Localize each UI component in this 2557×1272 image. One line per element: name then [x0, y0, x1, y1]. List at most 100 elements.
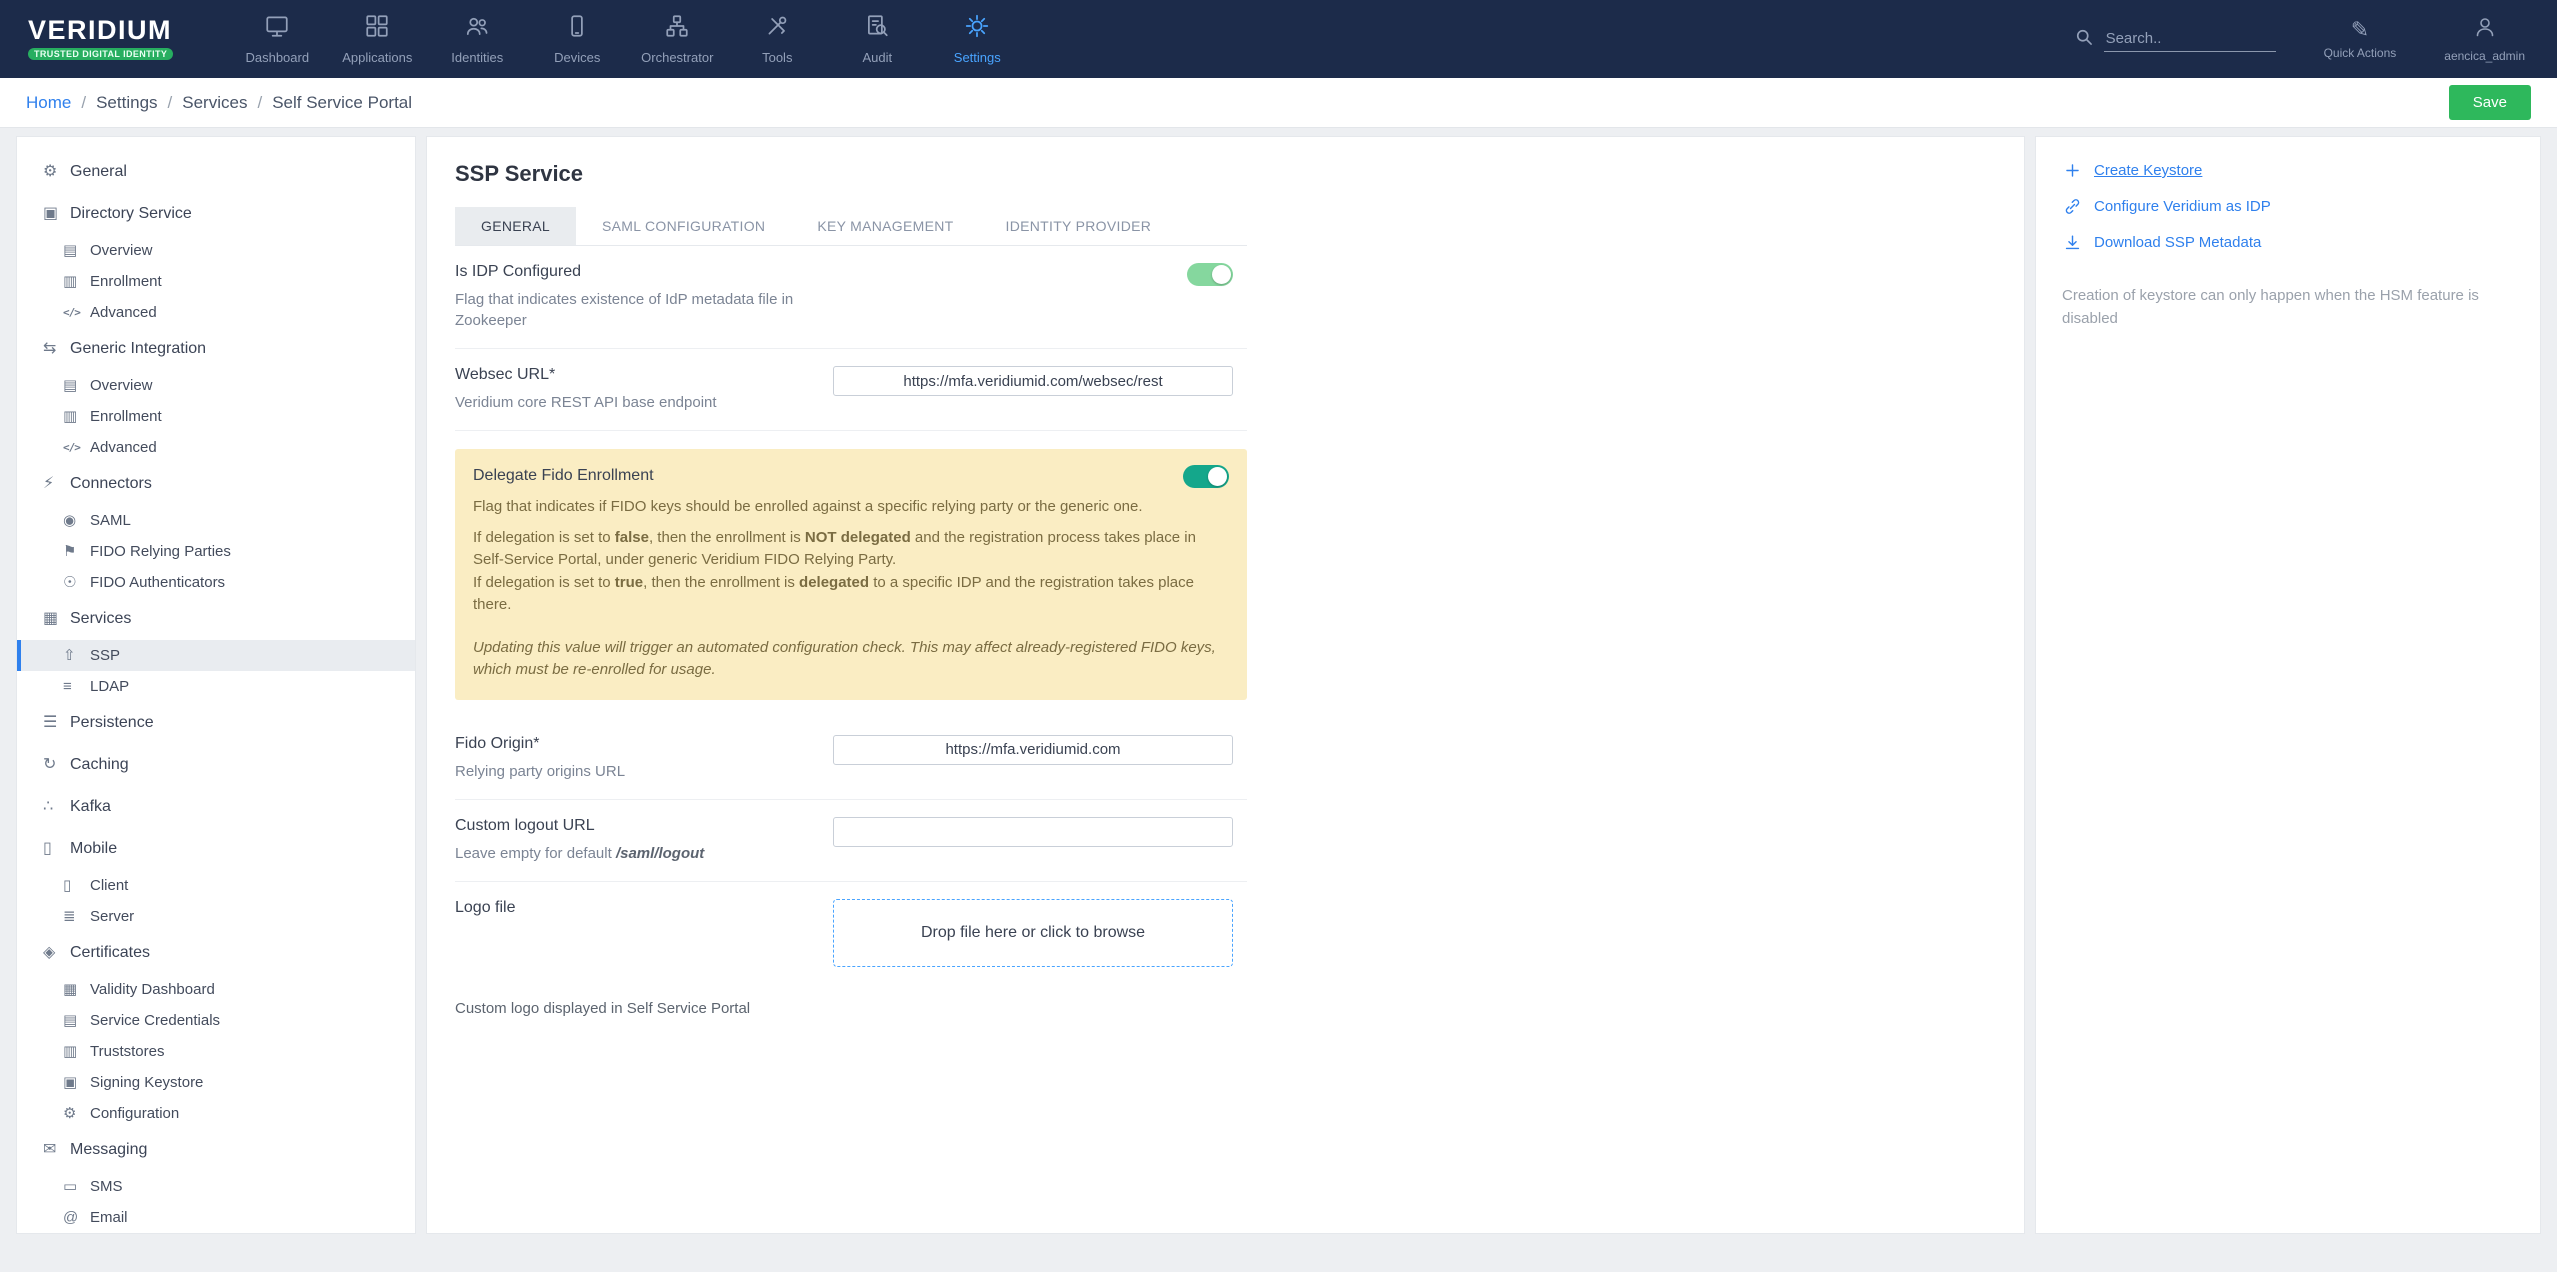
- sidebar-item-saml[interactable]: ◉ SAML: [17, 505, 415, 536]
- field-text: Fido Origin* Relying party origins URL: [455, 735, 833, 782]
- sidebar-item-ldap[interactable]: ≡ LDAP: [17, 671, 415, 702]
- custom-logout-url-input[interactable]: [833, 816, 1233, 847]
- client-icon: ▯: [63, 877, 72, 894]
- sidebar-item-label: Validity Dashboard: [90, 981, 215, 998]
- sidebar-item-directory-advanced[interactable]: </> Advanced: [17, 297, 415, 328]
- identities-icon: [464, 13, 490, 44]
- field-label: Delegate Fido Enrollment: [473, 467, 654, 484]
- tools-icon: [764, 13, 790, 44]
- connector-icon: ⚡: [43, 475, 55, 492]
- tab-key-management[interactable]: KEY MANAGEMENT: [791, 207, 979, 245]
- sidebar-item-validity-dashboard[interactable]: ▦ Validity Dashboard: [17, 974, 415, 1005]
- sidebar-item-label: Directory Service: [70, 205, 192, 222]
- text-fragment: Leave empty for default: [455, 844, 616, 862]
- nav-audit[interactable]: Audit: [827, 0, 927, 78]
- field-row-custom-logout-url: Custom logout URL Leave empty for defaul…: [455, 800, 1247, 882]
- nav-devices[interactable]: Devices: [527, 0, 627, 78]
- delegate-fido-enrollment-toggle[interactable]: [1183, 465, 1229, 488]
- settings-gear-icon: [964, 13, 990, 44]
- field-label: Fido Origin*: [455, 734, 540, 752]
- tab-saml-configuration[interactable]: SAML CONFIGURATION: [576, 207, 791, 245]
- sidebar-item-client[interactable]: ▯ Client: [17, 870, 415, 901]
- delegate-warning-note: Updating this value will trigger an auto…: [473, 638, 1216, 679]
- sidebar-item-connectors[interactable]: ⚡ Connectors: [17, 463, 415, 505]
- server-icon: ≣: [63, 908, 76, 925]
- nav-settings[interactable]: Settings: [927, 0, 1027, 78]
- veridium-logo: VERIDIUM TRUSTED DIGITAL IDENTITY: [28, 16, 174, 62]
- websec-url-input[interactable]: [833, 366, 1233, 396]
- sidebar-item-label: LDAP: [90, 678, 130, 695]
- delegate-description-3: If delegation is set to true, then the e…: [473, 572, 1229, 617]
- sidebar-item-label: Mobile: [70, 840, 118, 857]
- create-keystore-link[interactable]: Create Keystore: [2062, 161, 2514, 180]
- sidebar-item-sms[interactable]: ▭ SMS: [17, 1171, 415, 1202]
- sidebar-item-directory-overview[interactable]: ▤ Overview: [17, 235, 415, 266]
- breadcrumb-services[interactable]: Services: [182, 93, 247, 113]
- settings-sidebar: ⚙ General ▣ Directory Service ▤ Overview ▥ E…: [16, 136, 416, 1234]
- configure-veridium-as-idp-link[interactable]: Configure Veridium as IDP: [2062, 197, 2514, 216]
- sidebar-item-generic-integration[interactable]: ⇆ Generic Integration: [17, 328, 415, 370]
- sidebar-item-general[interactable]: ⚙ General: [17, 151, 415, 193]
- search-input[interactable]: [2103, 26, 2276, 52]
- sidebar-item-directory-enrollment[interactable]: ▥ Enrollment: [17, 266, 415, 297]
- field-row-websec-url: Websec URL* Veridium core REST API base …: [455, 349, 1247, 431]
- sidebar-item-caching[interactable]: ↻ Caching: [17, 744, 415, 786]
- sidebar-item-messaging[interactable]: ✉ Messaging: [17, 1129, 415, 1171]
- database-icon: ☰: [43, 714, 58, 731]
- is-idp-configured-toggle[interactable]: [1187, 263, 1233, 286]
- nav-dashboard[interactable]: Dashboard: [227, 0, 327, 78]
- saml-icon: ◉: [63, 512, 77, 529]
- user-icon: [2473, 15, 2497, 44]
- sidebar-item-certificates[interactable]: ◈ Certificates: [17, 932, 415, 974]
- sidebar-item-signing-keystore[interactable]: ▣ Signing Keystore: [17, 1067, 415, 1098]
- tab-identity-provider[interactable]: IDENTITY PROVIDER: [980, 207, 1178, 245]
- nav-identities[interactable]: Identities: [427, 0, 527, 78]
- nav-applications[interactable]: Applications: [327, 0, 427, 78]
- sidebar-item-fido-relying-parties[interactable]: ⚑ FIDO Relying Parties: [17, 536, 415, 567]
- sidebar-item-server[interactable]: ≣ Server: [17, 901, 415, 932]
- sidebar-item-generic-overview[interactable]: ▤ Overview: [17, 370, 415, 401]
- applications-icon: [364, 13, 390, 44]
- breadcrumb-settings[interactable]: Settings: [96, 93, 157, 113]
- top-bar: VERIDIUM TRUSTED DIGITAL IDENTITY Dashbo…: [0, 0, 2557, 78]
- sidebar-item-label: Signing Keystore: [90, 1074, 204, 1091]
- sidebar-item-persistence[interactable]: ☰ Persistence: [17, 702, 415, 744]
- sidebar-item-directory-service[interactable]: ▣ Directory Service: [17, 193, 415, 235]
- search-box: [2074, 26, 2276, 52]
- tab-general[interactable]: GENERAL: [455, 207, 577, 245]
- sidebar-item-generic-enrollment[interactable]: ▥ Enrollment: [17, 401, 415, 432]
- audit-icon: [864, 13, 890, 44]
- text-fragment: , then the enrollment is: [643, 573, 800, 591]
- certificate-icon: ◈: [43, 944, 56, 961]
- kafka-icon: ∴: [43, 798, 54, 815]
- nav-orchestrator[interactable]: Orchestrator: [627, 0, 727, 78]
- ldap-icon: ≡: [63, 678, 72, 695]
- field-text: Is IDP Configured Flag that indicates ex…: [455, 263, 833, 331]
- breadcrumb-home[interactable]: Home: [26, 93, 71, 113]
- field-control: Drop file here or click to browse: [833, 898, 1233, 967]
- sidebar-item-service-credentials[interactable]: ▤ Service Credentials: [17, 1005, 415, 1036]
- sidebar-item-label: Truststores: [90, 1043, 165, 1060]
- sidebar-item-configuration[interactable]: ⚙ Configuration: [17, 1098, 415, 1129]
- ssp-icon: ⇧: [63, 647, 76, 664]
- nav-tools[interactable]: Tools: [727, 0, 827, 78]
- fido-origin-input[interactable]: [833, 734, 1233, 765]
- sidebar-item-mobile[interactable]: ▯ Mobile: [17, 828, 415, 870]
- logo-file-dropzone[interactable]: Drop file here or click to browse: [833, 898, 1233, 967]
- save-button[interactable]: Save: [2448, 85, 2531, 120]
- sidebar-item-generic-advanced[interactable]: </> Advanced: [17, 432, 415, 463]
- sidebar-item-email[interactable]: @ Email: [17, 1202, 415, 1233]
- sidebar-item-truststores[interactable]: ▥ Truststores: [17, 1036, 415, 1067]
- sidebar-item-fido-authenticators[interactable]: ☉ FIDO Authenticators: [17, 567, 415, 598]
- download-ssp-metadata-link[interactable]: Download SSP Metadata: [2062, 233, 2514, 252]
- sidebar-item-kafka[interactable]: ∴ Kafka: [17, 786, 415, 828]
- quick-actions-button[interactable]: ✎ Quick Actions: [2323, 18, 2397, 60]
- quick-actions-label: Quick Actions: [2323, 45, 2397, 60]
- sidebar-item-label: Certificates: [70, 944, 151, 961]
- user-menu[interactable]: aencica_admin: [2444, 15, 2525, 63]
- page-title: SSP Service: [455, 161, 584, 186]
- sidebar-item-services[interactable]: ▦ Services: [17, 598, 415, 640]
- sidebar-item-label: Kafka: [70, 798, 111, 815]
- chart-icon: ▤: [63, 377, 78, 394]
- sidebar-item-ssp[interactable]: ⇧ SSP: [17, 640, 415, 671]
